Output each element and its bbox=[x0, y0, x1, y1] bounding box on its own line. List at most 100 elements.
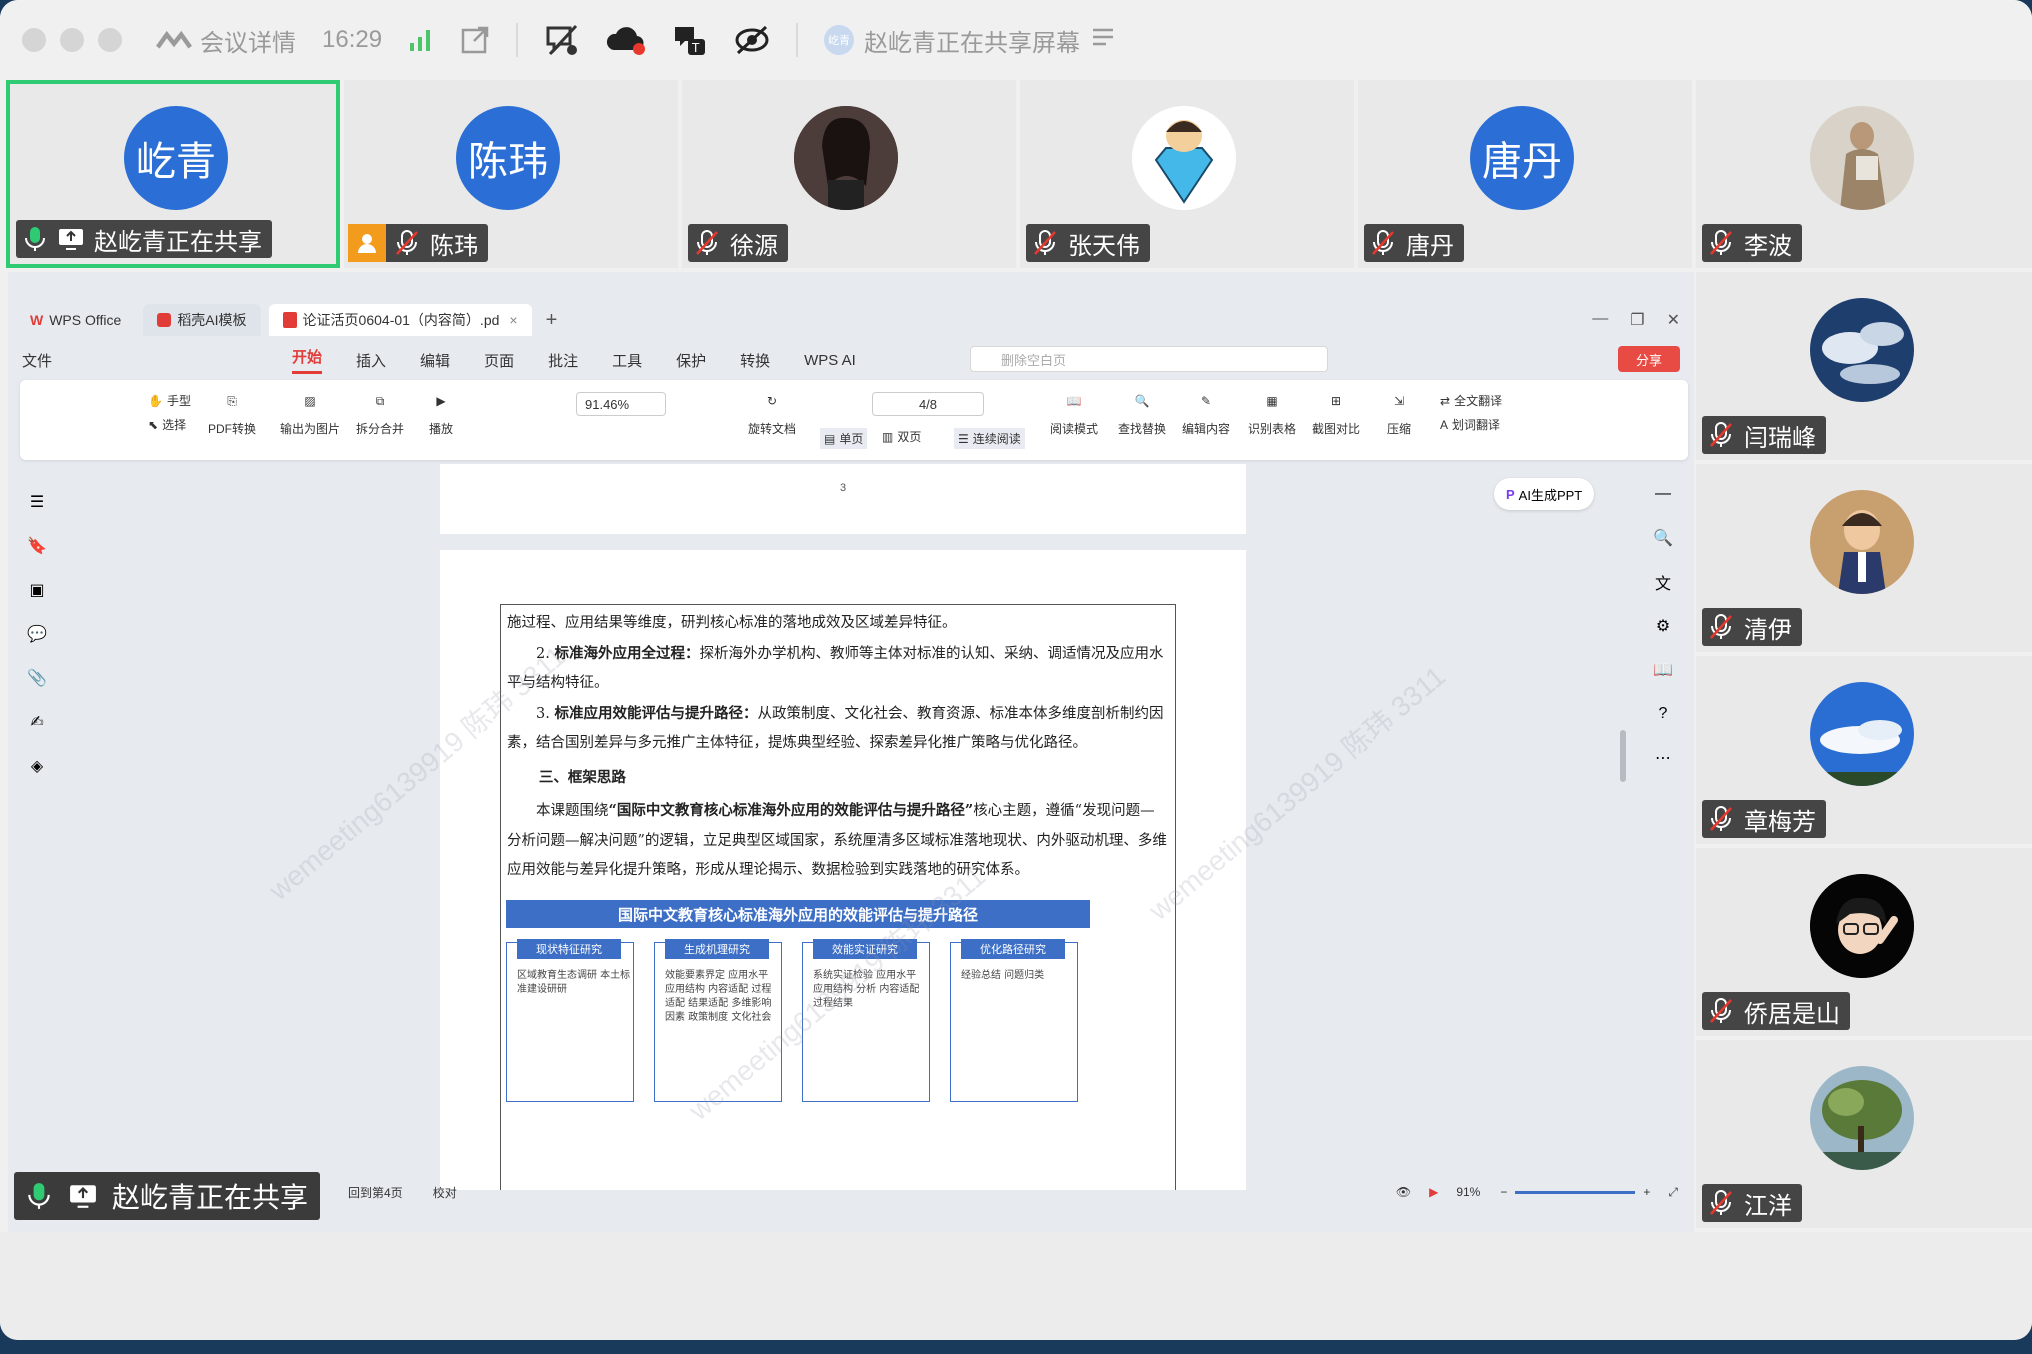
thumbnail-icon[interactable]: ▣ bbox=[22, 568, 52, 612]
collapse-icon[interactable]: — bbox=[1648, 472, 1678, 516]
recognize-table-button[interactable]: ▦ 识别表格 bbox=[1248, 388, 1296, 437]
restore-icon[interactable]: ❐ bbox=[1630, 310, 1644, 330]
close-tab-icon[interactable]: × bbox=[509, 312, 517, 328]
speaker-muted-icon[interactable] bbox=[544, 22, 580, 58]
mic-on-icon bbox=[22, 226, 48, 252]
tab-document[interactable]: 论证活页0604-01（内容简）.pd × bbox=[268, 304, 532, 336]
section-heading: 三、框架思路 bbox=[538, 768, 626, 786]
menu-comment[interactable]: 批注 bbox=[548, 350, 578, 371]
help-icon[interactable]: ? bbox=[1648, 692, 1678, 736]
find-replace-button[interactable]: 🔍 查找替换 bbox=[1118, 388, 1166, 437]
back-to-page-link[interactable]: 回到第4页 bbox=[348, 1184, 403, 1201]
menu-home[interactable]: 开始 bbox=[292, 346, 323, 374]
participant-tile[interactable]: 章梅芳 bbox=[1696, 656, 2032, 844]
reader-icon[interactable]: 📖 bbox=[1648, 648, 1678, 692]
menu-convert[interactable]: 转换 bbox=[740, 350, 770, 371]
menu-edit[interactable]: 编辑 bbox=[420, 350, 450, 371]
menu-wps-ai[interactable]: WPS AI bbox=[804, 352, 856, 369]
book-icon: 📖 bbox=[1066, 394, 1082, 408]
bold-text: “国际中文教育核心标准海外应用的效能评估与提升路径” bbox=[608, 802, 974, 819]
meeting-info-button[interactable]: 会议详情 bbox=[156, 22, 296, 58]
more-icon[interactable]: ⋯ bbox=[1648, 736, 1678, 780]
participant-name: 唐丹 bbox=[1406, 232, 1454, 260]
share-button[interactable]: 分享 bbox=[1618, 346, 1680, 372]
split-merge-button[interactable]: ⧉ 拆分合并 bbox=[356, 388, 404, 437]
sharing-status[interactable]: 屹青 赵屹青正在共享屏幕 bbox=[824, 23, 1114, 58]
participant-tile[interactable]: 李波 bbox=[1696, 80, 2032, 268]
rotate-button[interactable]: ↻ 旋转文档 bbox=[748, 388, 796, 437]
single-page-button[interactable]: ▤ 单页 bbox=[820, 428, 868, 449]
menu-tools[interactable]: 工具 bbox=[612, 350, 642, 371]
bookmark-icon[interactable]: 🔖 bbox=[22, 524, 52, 568]
participant-tile[interactable]: 徐源 bbox=[682, 80, 1016, 268]
page-input[interactable]: 4/8 bbox=[872, 392, 984, 416]
participant-tile[interactable]: 唐丹 唐丹 bbox=[1358, 80, 1692, 268]
participant-namebar: 章梅芳 bbox=[1702, 800, 1826, 838]
menu-file[interactable]: 文件 bbox=[22, 350, 52, 371]
shared-screen[interactable]: W WPS Office 稻壳AI模板 论证活页0604-01（内容简）.pd … bbox=[8, 272, 1694, 1232]
layers-icon[interactable]: ◈ bbox=[22, 744, 52, 788]
hide-view-icon[interactable] bbox=[734, 25, 770, 55]
hand-tool[interactable]: ✋ 手型 bbox=[148, 392, 191, 409]
avatar bbox=[1810, 106, 1914, 210]
zoom-slider[interactable] bbox=[1515, 1190, 1636, 1194]
play-button[interactable]: ▶ 播放 bbox=[428, 388, 454, 437]
select-tool[interactable]: ⬉ 选择 bbox=[148, 416, 186, 433]
zoom-window-button[interactable] bbox=[98, 28, 122, 52]
menu-protect[interactable]: 保护 bbox=[676, 350, 706, 371]
word-translate-button[interactable]: A 划词翻译 bbox=[1440, 416, 1500, 433]
zoom-level[interactable]: 91% bbox=[1456, 1185, 1480, 1199]
close-icon[interactable]: ✕ bbox=[1667, 310, 1680, 330]
translate-icon[interactable]: T bbox=[672, 22, 708, 58]
outline-icon[interactable]: ☰ bbox=[22, 480, 52, 524]
participant-tile[interactable]: 江洋 bbox=[1696, 1040, 2032, 1228]
participant-name: 侨居是山 bbox=[1744, 1000, 1840, 1028]
search-input[interactable]: 删除空白页 bbox=[970, 346, 1328, 372]
translate-icon[interactable]: 文 bbox=[1648, 560, 1678, 604]
participant-name: 江洋 bbox=[1744, 1192, 1792, 1220]
fullscreen-icon[interactable]: ⤢ bbox=[1668, 1185, 1678, 1200]
zoom-out-icon[interactable]: − bbox=[1500, 1185, 1507, 1199]
right-sidebar: — 🔍 文 ⚙ 📖 ? ⋯ bbox=[1648, 472, 1678, 780]
share-link-icon[interactable] bbox=[460, 25, 490, 55]
settings-icon[interactable]: ⚙ bbox=[1648, 604, 1678, 648]
tab-template[interactable]: 稻壳AI模板 bbox=[143, 304, 261, 336]
proofread-button[interactable]: 校对 bbox=[433, 1184, 457, 1201]
signature-icon[interactable]: ✍ bbox=[22, 700, 52, 744]
tab-wps-office[interactable]: W WPS Office bbox=[16, 304, 135, 336]
zoom-in-icon[interactable]: + bbox=[1643, 1185, 1650, 1199]
continuous-button[interactable]: ☰ 连续阅读 bbox=[954, 428, 1025, 449]
minimize-window-button[interactable] bbox=[60, 28, 84, 52]
edit-content-button[interactable]: ✎ 编辑内容 bbox=[1182, 388, 1230, 437]
participant-tile[interactable]: 侨居是山 bbox=[1696, 848, 2032, 1036]
menu-lines-icon[interactable] bbox=[1092, 26, 1114, 54]
read-mode-button[interactable]: 📖 阅读模式 bbox=[1050, 388, 1098, 437]
search-icon[interactable]: 🔍 bbox=[1648, 516, 1678, 560]
screenshot-compare-button[interactable]: ⊞ 截图对比 bbox=[1312, 388, 1360, 437]
new-tab-button[interactable]: + bbox=[546, 309, 558, 332]
participant-tile[interactable]: 清伊 bbox=[1696, 464, 2032, 652]
pdf-convert-button[interactable]: ⎘ PDF转换 bbox=[208, 388, 256, 437]
minimize-icon[interactable]: — bbox=[1592, 310, 1608, 330]
sharing-overlay-text: 赵屹青正在共享 bbox=[112, 1182, 309, 1213]
export-image-button[interactable]: ▨ 输出为图片 bbox=[280, 388, 340, 437]
double-page-button[interactable]: ▥ 双页 bbox=[882, 428, 921, 445]
attachment-icon[interactable]: 📎 bbox=[22, 656, 52, 700]
ai-ppt-button[interactable]: P AI生成PPT bbox=[1494, 478, 1595, 510]
menu-page[interactable]: 页面 bbox=[484, 350, 514, 371]
full-translate-button[interactable]: ⇄ 全文翻译 bbox=[1440, 392, 1502, 409]
participant-tile[interactable]: 陈玮 陈玮 bbox=[344, 80, 678, 268]
comment-icon[interactable]: 💬 bbox=[22, 612, 52, 656]
search-icon: 🔍 bbox=[1134, 394, 1150, 408]
menu-insert[interactable]: 插入 bbox=[356, 350, 386, 371]
zoom-select[interactable]: 91.46% bbox=[576, 392, 666, 416]
play-red-icon[interactable]: ▶ bbox=[1429, 1185, 1438, 1199]
eye-icon[interactable]: 👁 bbox=[1396, 1185, 1411, 1199]
scrollbar-thumb[interactable] bbox=[1620, 730, 1626, 782]
participant-tile[interactable]: 闫瑞峰 bbox=[1696, 272, 2032, 460]
participant-tile[interactable]: 张天伟 bbox=[1020, 80, 1354, 268]
compress-button[interactable]: ⇲ 压缩 bbox=[1386, 388, 1412, 437]
cloud-record-icon[interactable] bbox=[606, 24, 646, 56]
participant-tile[interactable]: 屹青 赵屹青正在共享 bbox=[6, 80, 340, 268]
close-window-button[interactable] bbox=[22, 28, 46, 52]
